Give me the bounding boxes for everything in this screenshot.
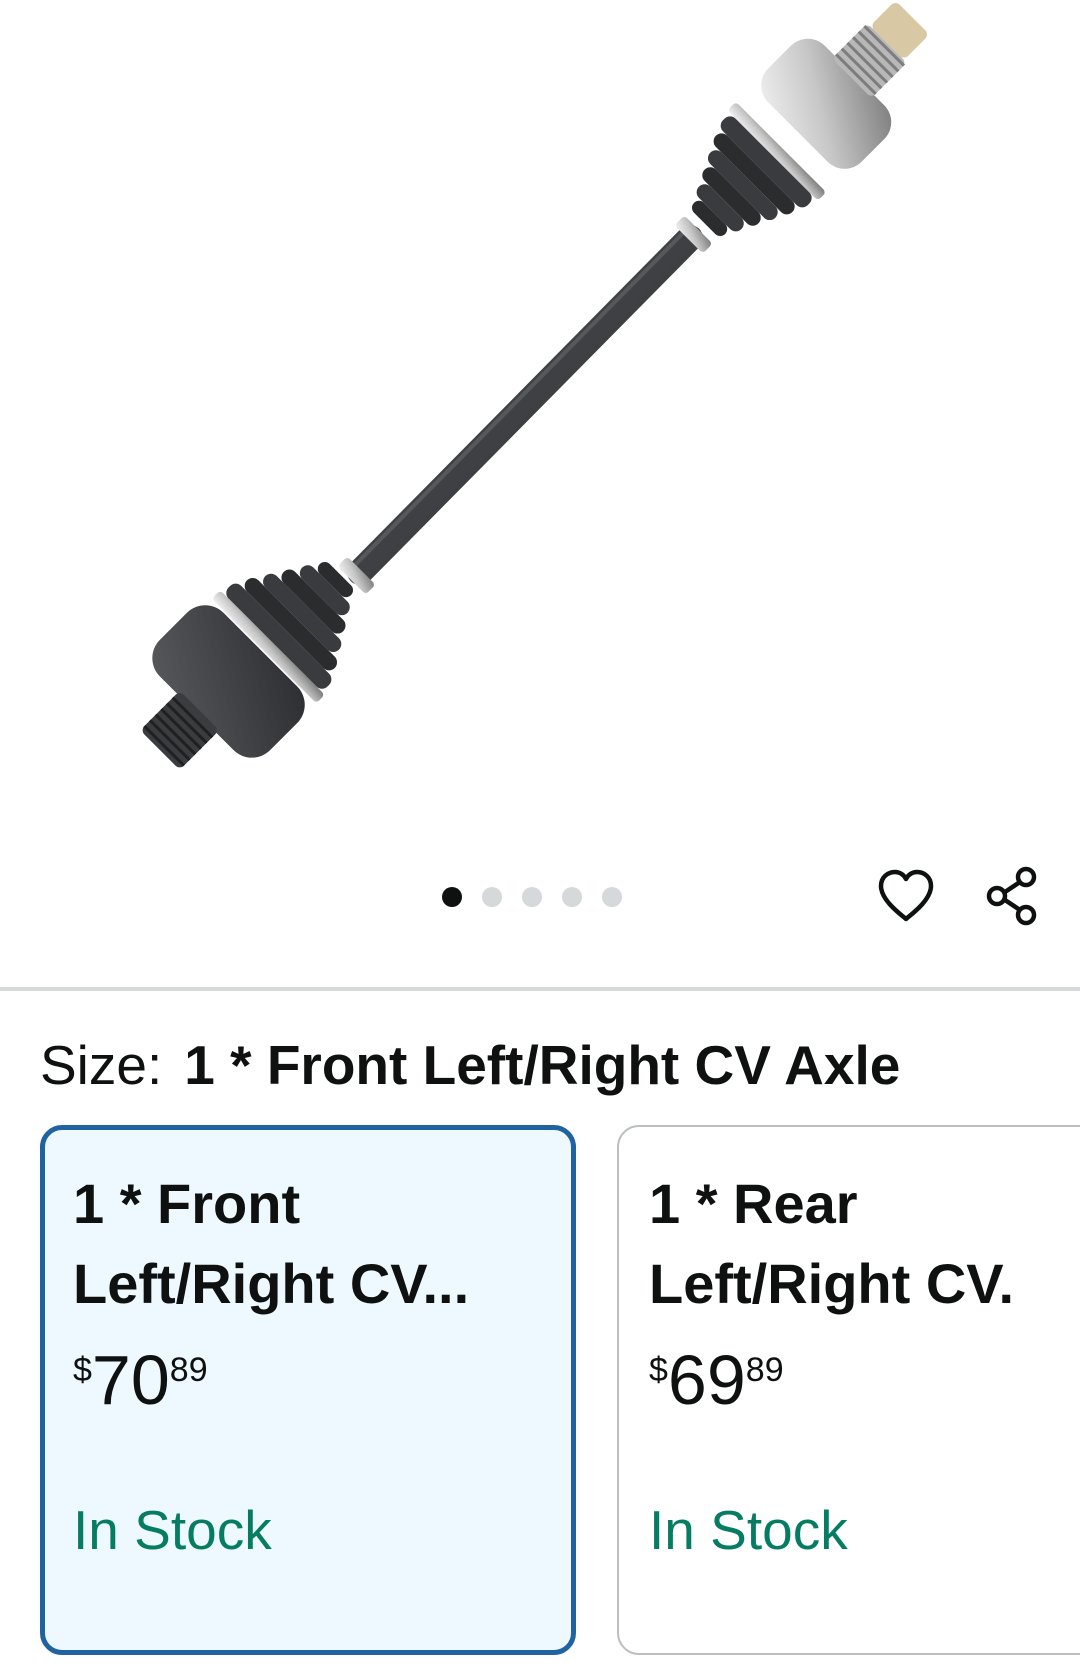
- carousel-dot[interactable]: [602, 887, 622, 907]
- share-button[interactable]: [980, 864, 1044, 928]
- size-label: Size:: [40, 1034, 163, 1096]
- image-carousel-dots[interactable]: [442, 884, 622, 910]
- selected-size-value: 1 * Front Left/Right CV Axle: [184, 1034, 901, 1096]
- add-to-wishlist-button[interactable]: [874, 864, 938, 928]
- section-divider: [0, 987, 1080, 991]
- price-currency-symbol: $: [73, 1351, 92, 1389]
- availability-status: In Stock: [73, 1499, 272, 1561]
- size-selector-heading: Size: 1 * Front Left/Right CV Axle: [40, 1030, 900, 1100]
- share-icon: [986, 866, 1037, 926]
- heart-icon: [878, 869, 934, 922]
- price-currency-symbol: $: [649, 1351, 668, 1389]
- option-title: 1 * Rear Left/Right CV.: [649, 1172, 1015, 1315]
- availability-status: In Stock: [649, 1499, 848, 1561]
- size-option-rear[interactable]: 1 * Rear Left/Right CV. $69 89 In Stock: [617, 1125, 1080, 1655]
- price-whole: 70: [91, 1341, 170, 1419]
- price-fraction: 89: [745, 1351, 784, 1389]
- product-image-gallery[interactable]: [0, 0, 1080, 980]
- price-whole: 69: [667, 1341, 746, 1419]
- option-price: $70 89: [73, 1335, 208, 1415]
- carousel-dot[interactable]: [442, 887, 462, 907]
- carousel-dot[interactable]: [482, 887, 502, 907]
- option-title: 1 * Front Left/Right CV...: [73, 1172, 470, 1315]
- option-price: $69 89: [649, 1335, 784, 1415]
- price-fraction: 89: [169, 1351, 208, 1389]
- carousel-dot[interactable]: [562, 887, 582, 907]
- size-option-front[interactable]: 1 * Front Left/Right CV... $70 89 In Stoc…: [40, 1125, 576, 1655]
- cv-axle-product-image[interactable]: [0, 0, 1080, 820]
- carousel-dot[interactable]: [522, 887, 542, 907]
